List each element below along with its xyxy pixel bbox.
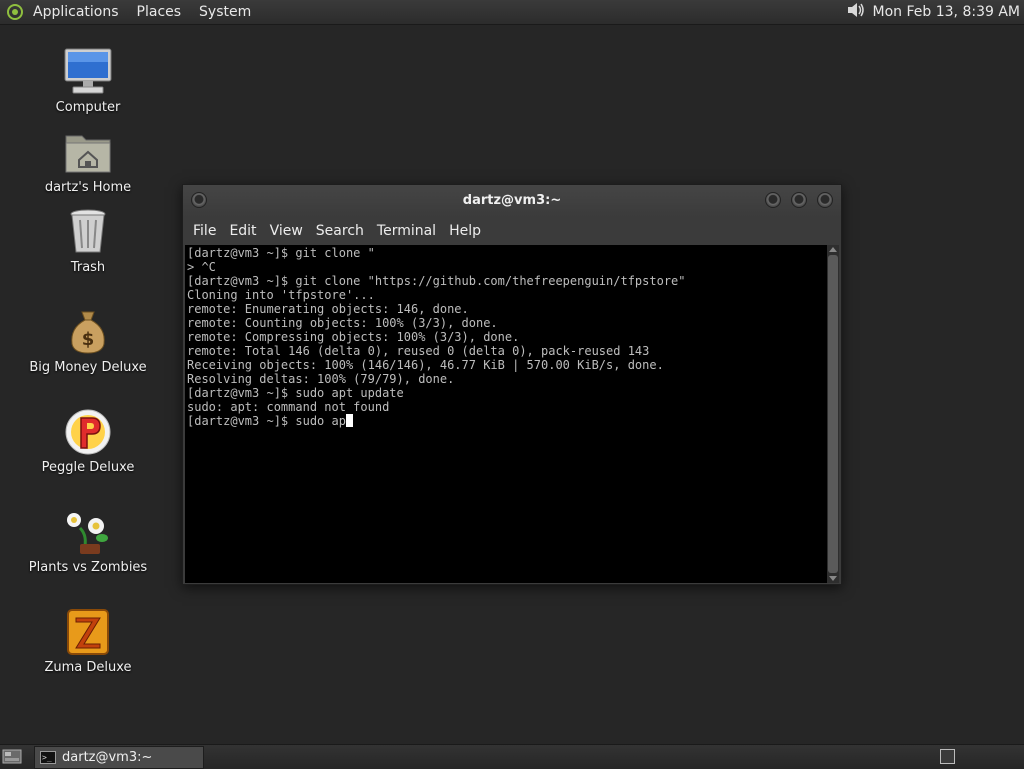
terminal-icon: >_ <box>40 751 56 764</box>
trash-icon <box>62 206 114 258</box>
close-button[interactable] <box>817 192 833 208</box>
scroll-up-arrow-icon[interactable] <box>829 247 837 252</box>
desktop-icon-zuma-deluxe[interactable]: Zuma Deluxe <box>0 606 176 675</box>
show-desktop-icon[interactable] <box>2 748 22 765</box>
plants-vs-zombies-icon <box>62 506 114 558</box>
desktop-icon-plants-vs-zombies[interactable]: Plants vs Zombies <box>0 506 176 575</box>
home-folder-icon <box>62 126 114 178</box>
system-menu[interactable]: System <box>199 4 251 20</box>
places-menu[interactable]: Places <box>137 4 182 20</box>
desktop-icon-label: dartz's Home <box>44 180 132 195</box>
window-title: dartz@vm3:~ <box>462 193 562 208</box>
maximize-button[interactable] <box>791 192 807 208</box>
menu-view[interactable]: View <box>270 223 303 239</box>
desktop-icon-label: Trash <box>70 260 106 275</box>
taskbar-item-label: dartz@vm3:~ <box>62 750 153 765</box>
desktop-icon-label: Zuma Deluxe <box>44 660 132 675</box>
money-bag-icon: $ <box>62 306 114 358</box>
computer-icon <box>62 46 114 98</box>
window-titlebar[interactable]: dartz@vm3:~ <box>183 185 841 217</box>
taskbar-item-terminal[interactable]: >_ dartz@vm3:~ <box>34 746 204 769</box>
terminal-scrollbar[interactable] <box>827 245 839 583</box>
terminal-text: [dartz@vm3 ~]$ git clone " > ^C [dartz@v… <box>185 245 827 428</box>
distro-logo-icon[interactable] <box>5 2 25 22</box>
desktop-icon-big-money-deluxe[interactable]: $ Big Money Deluxe <box>0 306 176 375</box>
svg-text:$: $ <box>82 329 95 350</box>
speaker-icon[interactable] <box>845 0 867 24</box>
desktop-icon-computer[interactable]: Computer <box>0 46 176 115</box>
terminal-line: [dartz@vm3 ~]$ sudo apt update <box>187 386 404 400</box>
terminal-input-line[interactable]: [dartz@vm3 ~]$ sudo ap <box>187 414 346 428</box>
terminal-line: Resolving deltas: 100% (79/79), done. <box>187 372 455 386</box>
menu-file[interactable]: File <box>193 223 216 239</box>
desktop-icon-label: Computer <box>55 100 121 115</box>
desktop-icon-label: Peggle Deluxe <box>41 460 135 475</box>
minimize-button[interactable] <box>765 192 781 208</box>
menu-terminal[interactable]: Terminal <box>377 223 436 239</box>
desktop-icon-label: Big Money Deluxe <box>29 360 147 375</box>
bottom-panel: >_ dartz@vm3:~ <box>0 744 1024 769</box>
zuma-icon <box>62 606 114 658</box>
terminal-line: [dartz@vm3 ~]$ git clone " <box>187 246 375 260</box>
desktop-icon-label: Plants vs Zombies <box>28 560 148 575</box>
desktop-icon-trash[interactable]: Trash <box>0 206 176 275</box>
text-cursor <box>345 414 353 427</box>
terminal-line: remote: Total 146 (delta 0), reused 0 (d… <box>187 344 650 358</box>
terminal-line: [dartz@vm3 ~]$ git clone "https://github… <box>187 274 686 288</box>
applications-menu[interactable]: Applications <box>33 4 119 20</box>
terminal-line: > ^C <box>187 260 216 274</box>
top-panel: Applications Places System Mon Feb 13, 8… <box>0 0 1024 25</box>
clock[interactable]: Mon Feb 13, 8:39 AM <box>873 4 1020 20</box>
desktop-icon-home[interactable]: dartz's Home <box>0 126 176 195</box>
menu-edit[interactable]: Edit <box>229 223 256 239</box>
workspace-switcher[interactable] <box>940 749 955 764</box>
terminal-line: sudo: apt: command not found <box>187 400 390 414</box>
terminal-line: Cloning into 'tfpstore'... <box>187 288 375 302</box>
desktop-icon-peggle-deluxe[interactable]: Peggle Deluxe <box>0 406 176 475</box>
terminal-line: remote: Compressing objects: 100% (3/3),… <box>187 330 520 344</box>
terminal-menubar: File Edit View Search Terminal Help <box>183 217 841 244</box>
menu-help[interactable]: Help <box>449 223 481 239</box>
terminal-line: remote: Enumerating objects: 146, done. <box>187 302 469 316</box>
terminal-window[interactable]: dartz@vm3:~ File Edit View Search Termin… <box>182 184 842 585</box>
peggle-icon <box>62 406 114 458</box>
scroll-down-arrow-icon[interactable] <box>829 576 837 581</box>
menu-search[interactable]: Search <box>316 223 364 239</box>
scrollbar-thumb[interactable] <box>828 255 838 573</box>
terminal-line: Receiving objects: 100% (146/146), 46.77… <box>187 358 664 372</box>
terminal-output[interactable]: [dartz@vm3 ~]$ git clone " > ^C [dartz@v… <box>185 245 827 583</box>
terminal-line: remote: Counting objects: 100% (3/3), do… <box>187 316 498 330</box>
